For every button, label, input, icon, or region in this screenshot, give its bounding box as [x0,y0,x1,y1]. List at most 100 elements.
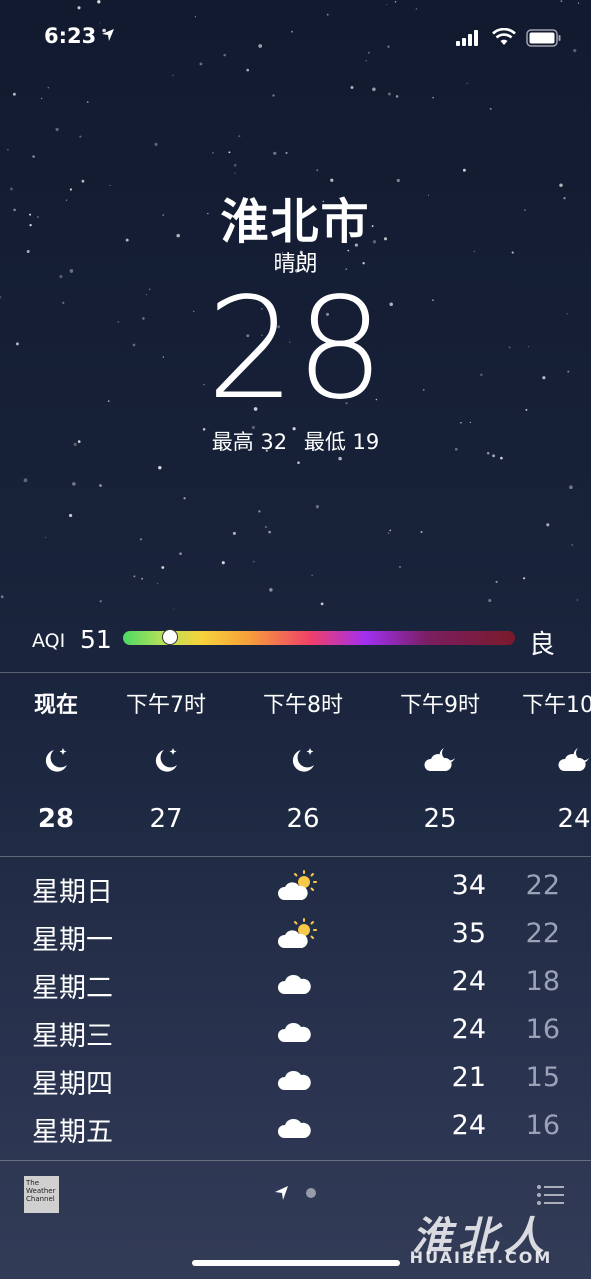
cloud-icon [277,1022,311,1042]
day-low: 16 [525,1110,560,1141]
moon-stars-icon [292,748,314,772]
aqi-label: AQI [32,630,66,652]
star [469,421,472,424]
current-temperature: 28 [206,268,385,431]
star [569,485,573,490]
star [500,456,503,460]
partly-cloudy-sun-icon [277,918,317,948]
moon-stars-icon [45,748,67,772]
star [99,484,102,487]
star [55,127,59,132]
star [77,6,81,10]
aqi-description: 良 [529,630,556,660]
status-bar: 6:23 [0,24,591,54]
partly-cloudy-sun-icon [277,870,317,900]
star [466,82,468,85]
star [460,422,462,424]
day-high: 21 [451,1062,486,1093]
hourly-forecast[interactable]: 现在 28 下午7时 27 下午8时 26 下午9时 25 下午10时 24 [0,672,591,856]
status-time: 6:23 [44,24,97,48]
location-arrow-icon [275,1186,316,1200]
day-high: 24 [451,1014,486,1045]
star [269,588,273,592]
cloud-icon [277,1070,311,1090]
high-temp: 最高 32 [211,430,288,454]
day-name: 星期日 [32,877,113,908]
weather-channel-label: The Weather Channel [26,1179,56,1203]
aqi-value: 51 [80,625,112,654]
star [154,142,158,146]
hour-temp: 28 [37,804,75,834]
star [72,482,76,486]
star [12,92,16,96]
hour-temp: 27 [149,804,183,834]
day-low: 22 [525,870,560,901]
daily-row: 星期三 24 16 [0,1014,591,1062]
star [68,513,73,518]
star [44,536,47,539]
star [179,552,182,556]
star [264,525,268,529]
divider [0,856,591,857]
daily-row: 星期日 34 22 [0,870,591,918]
hour-temp: 26 [286,804,320,834]
day-high: 24 [451,966,486,997]
hour-time: 下午8时 [263,693,343,718]
star [546,523,550,527]
star [389,529,392,532]
star [47,86,50,89]
star [272,94,275,97]
page-indicator[interactable] [272,1183,322,1207]
star [432,97,434,99]
location-arrow-icon [102,29,114,41]
daily-row: 星期五 24 16 [0,1110,591,1158]
weather-channel-logo[interactable]: The Weather Channel [24,1176,59,1213]
star [316,169,319,172]
wifi-icon [492,28,516,45]
star [0,595,4,599]
star [365,60,367,62]
star [41,97,43,100]
day-low: 22 [525,918,560,949]
star [199,62,203,66]
star [139,538,143,541]
day-high: 35 [451,918,486,949]
star [223,53,226,57]
cloud-icon [277,974,311,994]
star [183,497,186,500]
star [32,155,35,158]
star [338,456,342,461]
star [157,582,159,584]
day-high: 24 [451,1110,486,1141]
star [232,531,236,535]
star [297,461,300,465]
day-low: 16 [525,1014,560,1045]
star [99,600,102,603]
star [576,599,579,601]
cellular-signal-icon [456,30,478,46]
home-indicator[interactable] [192,1260,400,1266]
daily-row: 星期一 35 22 [0,918,591,966]
star [311,574,313,576]
hour-temp: 24 [557,804,591,834]
star [320,602,324,606]
list-icon[interactable] [536,1184,564,1206]
star [173,608,175,610]
star [387,92,391,96]
day-name: 星期三 [32,1021,113,1052]
aqi-scale-bar [123,631,515,645]
star [495,580,498,583]
star [141,577,143,580]
star [395,95,399,98]
watermark: 淮北人 HUAIBEI.COM [376,1204,586,1268]
watermark-domain: HUAIBEI.COM [409,1248,553,1267]
day-low: 15 [525,1062,560,1093]
star [172,74,174,77]
star [253,560,255,563]
city-name: 淮北市 [220,194,371,250]
star [489,107,492,110]
aqi-indicator [162,629,179,645]
hour-temp: 25 [423,804,457,834]
star [7,149,9,151]
star [234,172,236,174]
